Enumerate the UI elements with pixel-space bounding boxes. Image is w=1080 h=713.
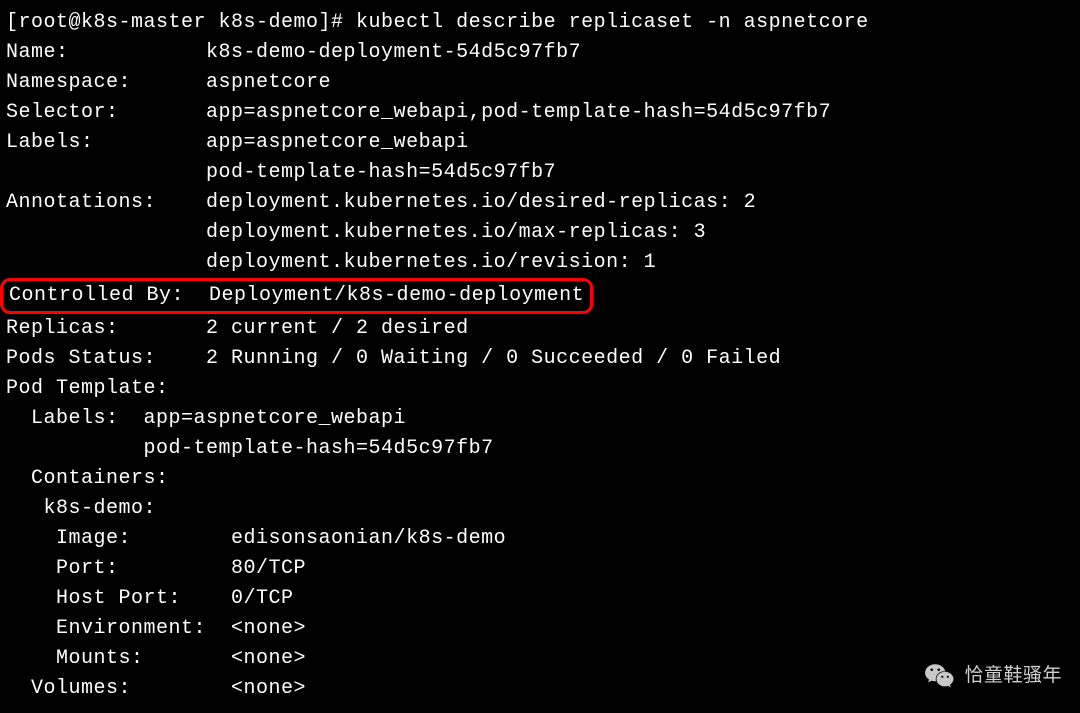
highlighted-controlled-by: Controlled By: Deployment/k8s-demo-deplo…: [0, 278, 593, 314]
field-pt-labels-line2: pod-template-hash=54d5c97fb7: [6, 434, 1074, 464]
field-volumes: Volumes: <none>: [6, 674, 1074, 704]
field-mounts: Mounts: <none>: [6, 644, 1074, 674]
field-container-name: k8s-demo:: [6, 494, 1074, 524]
field-annotations-line2: deployment.kubernetes.io/max-replicas: 3: [6, 218, 1074, 248]
wechat-icon: [924, 661, 954, 691]
field-pods-status: Pods Status: 2 Running / 0 Waiting / 0 S…: [6, 344, 1074, 374]
watermark: 恰童鞋骚年: [924, 661, 1062, 691]
field-environment: Environment: <none>: [6, 614, 1074, 644]
field-pod-template: Pod Template:: [6, 374, 1074, 404]
field-replicas: Replicas: 2 current / 2 desired: [6, 314, 1074, 344]
field-pt-labels-line1: Labels: app=aspnetcore_webapi: [6, 404, 1074, 434]
field-annotations-line1: Annotations: deployment.kubernetes.io/de…: [6, 188, 1074, 218]
field-annotations-line3: deployment.kubernetes.io/revision: 1: [6, 248, 1074, 278]
field-image: Image: edisonsaonian/k8s-demo: [6, 524, 1074, 554]
command-prompt: [root@k8s-master k8s-demo]# kubectl desc…: [6, 8, 1074, 38]
field-labels-line1: Labels: app=aspnetcore_webapi: [6, 128, 1074, 158]
field-containers: Containers:: [6, 464, 1074, 494]
field-host-port: Host Port: 0/TCP: [6, 584, 1074, 614]
watermark-text: 恰童鞋骚年: [964, 662, 1062, 691]
terminal-output: [root@k8s-master k8s-demo]# kubectl desc…: [6, 8, 1074, 704]
field-selector: Selector: app=aspnetcore_webapi,pod-temp…: [6, 98, 1074, 128]
field-port: Port: 80/TCP: [6, 554, 1074, 584]
field-namespace: Namespace: aspnetcore: [6, 68, 1074, 98]
field-labels-line2: pod-template-hash=54d5c97fb7: [6, 158, 1074, 188]
field-name: Name: k8s-demo-deployment-54d5c97fb7: [6, 38, 1074, 68]
